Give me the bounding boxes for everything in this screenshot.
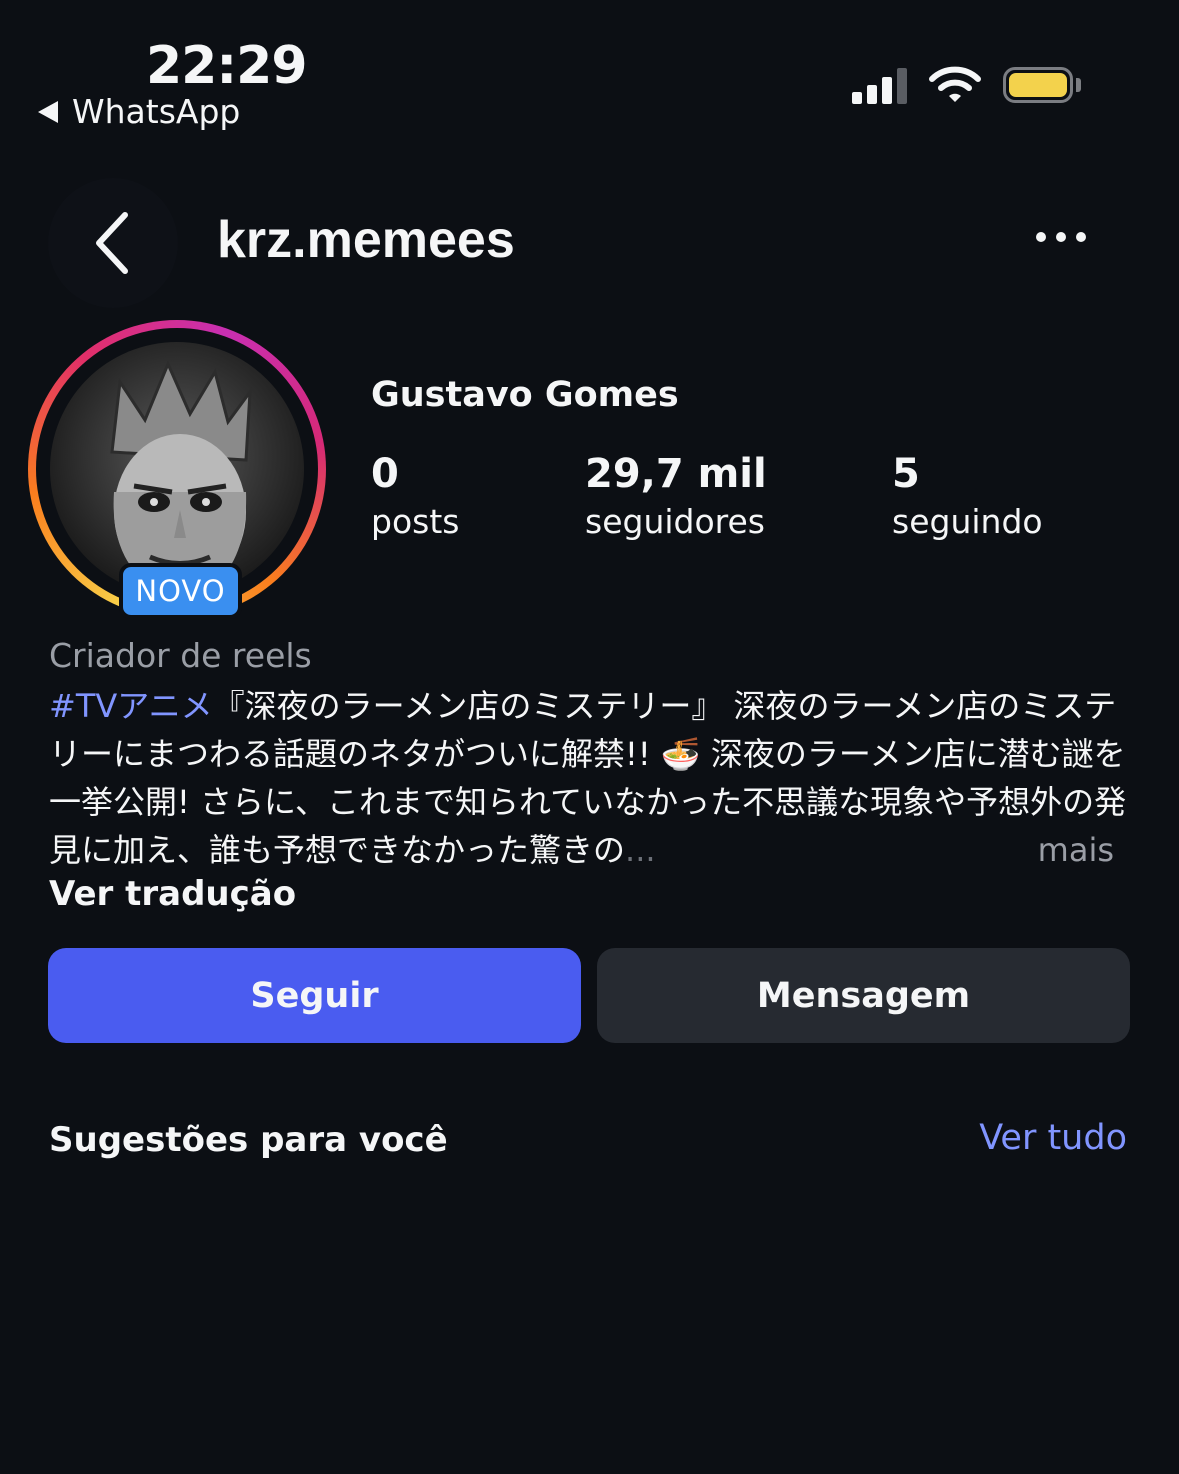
stat-label: posts [371,502,460,541]
bio-hashtag-link[interactable]: #TVアニメ [49,687,213,725]
bio-ellipsis: ... [625,831,656,869]
profile-username: krz.memees [217,211,515,269]
status-time: 22:29 [146,36,308,96]
bio-text: mais #TVアニメ『深夜のラーメン店のミステリー』 深夜のラーメン店のミステ… [49,682,1134,874]
bio-more-link[interactable]: mais [1038,826,1114,874]
see-all-link[interactable]: Ver tudo [979,1118,1127,1158]
dot-icon [1036,232,1046,242]
stat-value: 5 [892,451,920,497]
stat-value: 29,7 mil [585,451,767,497]
new-badge: NOVO [119,563,242,619]
back-app-label: WhatsApp [72,92,241,131]
back-button[interactable] [48,178,178,308]
stat-following[interactable]: 5 seguindo [892,452,1043,544]
avatar [50,342,304,596]
more-options-button[interactable] [1032,228,1090,246]
stat-value: 0 [371,451,399,497]
stat-label: seguindo [892,502,1043,541]
dot-icon [1056,232,1066,242]
chevron-left-icon [96,212,128,274]
message-button[interactable]: Mensagem [597,948,1130,1043]
back-triangle-icon [38,100,58,123]
stat-label: seguidores [585,502,766,541]
wifi-icon [929,66,981,102]
stat-followers[interactable]: 29,7 mil seguidores [585,452,767,544]
follow-button[interactable]: Seguir [48,948,581,1043]
stat-posts[interactable]: 0 posts [371,452,459,544]
battery-icon [1003,67,1081,103]
back-to-app-button[interactable]: WhatsApp [38,92,240,131]
dot-icon [1076,232,1086,242]
see-translation-link[interactable]: Ver tradução [49,874,296,914]
display-name: Gustavo Gomes [371,375,679,415]
status-icons [852,66,1081,104]
cellular-signal-icon [852,66,907,104]
suggestions-title: Sugestões para você [49,1120,448,1160]
profile-category: Criador de reels [49,636,312,675]
